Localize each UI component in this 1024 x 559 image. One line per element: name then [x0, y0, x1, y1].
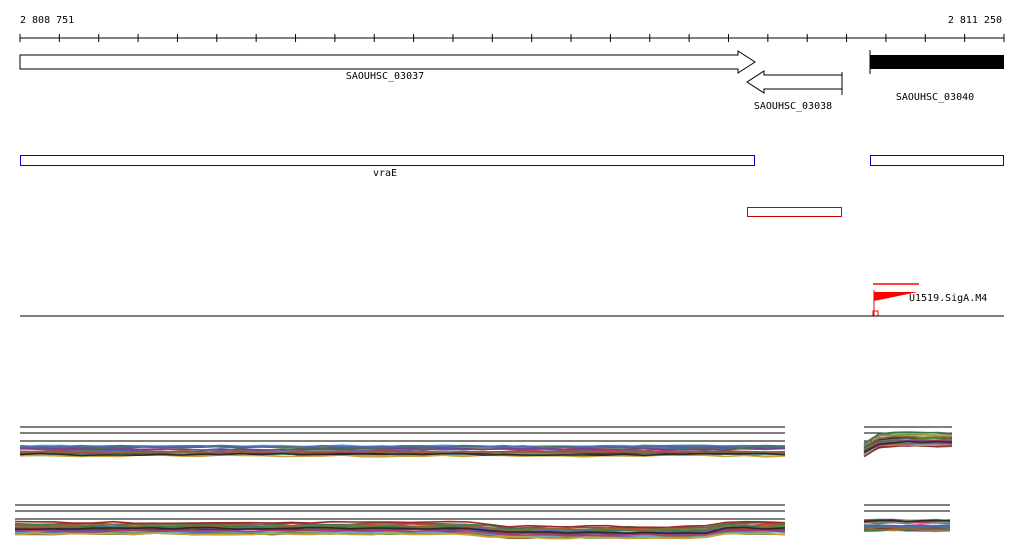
gene-block-saouhsc-03040[interactable]	[870, 55, 1004, 69]
operon-label-vrae: vraE	[373, 168, 397, 179]
ruler-start-label: 2 808 751	[20, 15, 74, 26]
promoter-label: U1519.SigA.M4	[909, 293, 987, 304]
operon-track: vraE	[20, 155, 1004, 217]
gene-label-saouhsc-03037: SAOUHSC_03037	[346, 71, 424, 82]
operon-box-vrae[interactable]	[20, 155, 755, 166]
gene-arrow-saouhsc-03037[interactable]	[19, 50, 756, 74]
operon-box-right[interactable]	[870, 155, 1004, 166]
promoter-track: U1519.SigA.M4	[872, 283, 987, 317]
expression-panel-2	[14, 504, 951, 540]
coordinate-ruler: 2 808 751 2 811 250	[19, 15, 1005, 42]
genome-browser-view: 2 808 751 2 811 250 SAOUHSC_03037 SAOUHS…	[14, 15, 1005, 540]
gene-arrow-saouhsc-03038[interactable]	[746, 70, 843, 94]
expression-panel-1	[19, 426, 953, 458]
ruler-end-label: 2 811 250	[948, 15, 1002, 26]
gene-track: SAOUHSC_03037 SAOUHSC_03038 SAOUHSC_0304…	[19, 50, 1004, 112]
operon-box-red[interactable]	[747, 207, 842, 217]
gene-label-saouhsc-03040: SAOUHSC_03040	[896, 92, 974, 103]
gene-label-saouhsc-03038: SAOUHSC_03038	[754, 101, 832, 112]
